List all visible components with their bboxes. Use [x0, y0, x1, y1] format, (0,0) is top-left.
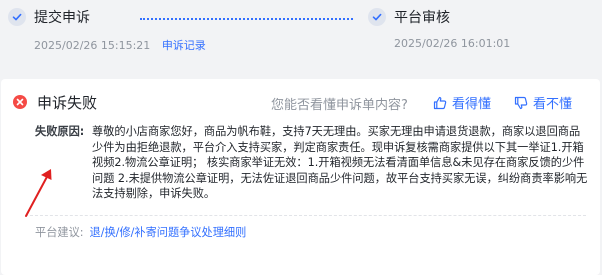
- suggestion-label: 平台建议:: [35, 226, 84, 239]
- step-title: 平台审核: [394, 10, 450, 26]
- platform-suggestion: 平台建议: 退/换/修/补寄问题争议处理细则: [35, 224, 246, 240]
- failure-reason-label: 失败原因:: [35, 125, 85, 138]
- result-header: 申诉失败 您能否看懂申诉单内容? 看得懂 看不懂: [13, 92, 600, 114]
- step-time: 2025/02/26 16:01:01: [394, 37, 511, 50]
- check-icon: [8, 8, 26, 26]
- result-title: 申诉失败: [37, 94, 98, 112]
- timeline-connector: [140, 18, 353, 20]
- thumbs-down-icon: [514, 96, 528, 109]
- not-understood-label: 看不懂: [533, 97, 573, 112]
- understood-label: 看得懂: [452, 97, 492, 112]
- failure-reason-text: 尊敬的小店商家您好，商品为帆布鞋，支持7天无理由。买家无理由申请退货退款，商家以…: [92, 125, 588, 200]
- not-understood-button[interactable]: 看不懂: [514, 93, 572, 112]
- step-title: 提交申诉: [34, 10, 90, 26]
- check-icon: [368, 8, 386, 26]
- close-circle-icon: [13, 95, 27, 109]
- thumbs-up-icon: [433, 96, 447, 109]
- divider: [25, 215, 586, 216]
- helpful-question: 您能否看懂申诉单内容?: [271, 98, 408, 113]
- dispute-rules-link[interactable]: 退/换/修/补寄问题争议处理细则: [90, 226, 247, 239]
- appeal-result-card: 申诉失败 您能否看懂申诉单内容? 看得懂 看不懂 失败原因: 尊敬的小店商家您好…: [1, 79, 600, 275]
- appeal-timeline: 提交申诉 2025/02/26 15:15:21 申诉记录 平台审核 2025/…: [0, 0, 602, 58]
- timeline-step-review: 平台审核 2025/02/26 16:01:01: [368, 6, 510, 50]
- timeline-step-submit: 提交申诉 2025/02/26 15:15:21 申诉记录: [8, 6, 206, 53]
- annotation-arrow-icon: [25, 169, 52, 217]
- step-time: 2025/02/26 15:15:21: [34, 39, 151, 52]
- understood-button[interactable]: 看得懂: [433, 93, 491, 112]
- appeal-records-link[interactable]: 申诉记录: [162, 39, 206, 52]
- failure-reason: 失败原因: 尊敬的小店商家您好，商品为帆布鞋，支持7天无理由。买家无理由申请退货…: [35, 124, 591, 202]
